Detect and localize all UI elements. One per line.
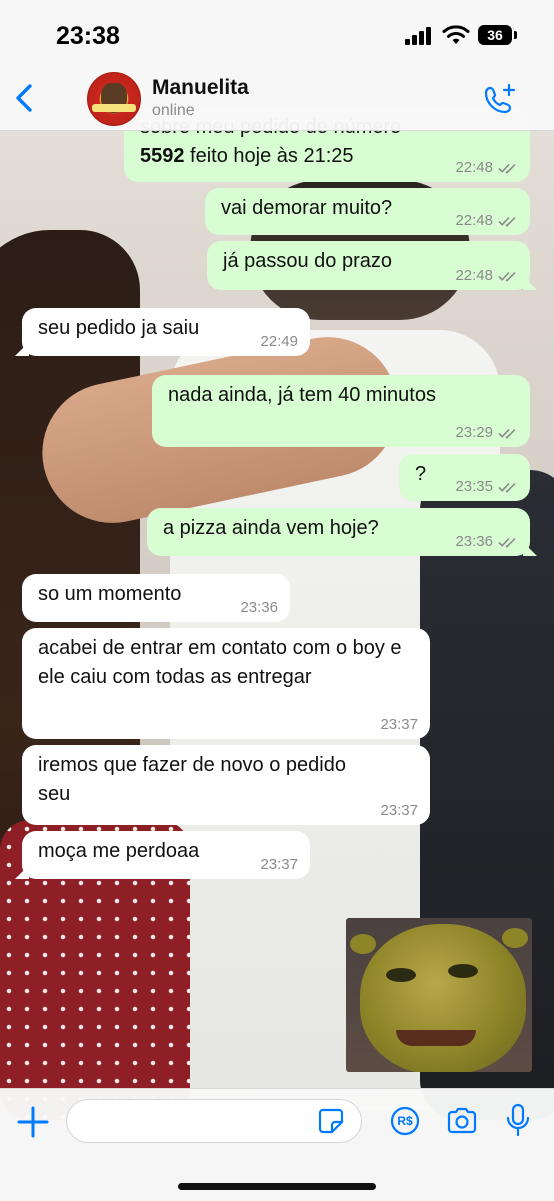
message-text: vai demorar muito? xyxy=(221,197,393,219)
message-time: 23:35 xyxy=(455,478,493,495)
avatar[interactable] xyxy=(87,72,141,126)
message-text: seu pedido ja saiu xyxy=(38,317,200,339)
read-ticks-icon xyxy=(498,216,516,227)
camera-icon[interactable] xyxy=(446,1107,478,1135)
message-time: 23:37 xyxy=(380,802,418,819)
read-ticks-icon xyxy=(498,537,516,548)
back-chevron-icon[interactable] xyxy=(10,80,40,116)
message-meta: 22:48 xyxy=(455,212,518,230)
status-bar: 23:38 36 xyxy=(0,0,554,70)
message-time: 22:48 xyxy=(455,267,493,284)
message-bubble-outgoing[interactable]: ? 23:35 xyxy=(399,454,530,501)
status-time: 23:38 xyxy=(56,22,120,50)
message-composer: R$ xyxy=(0,1088,554,1201)
message-bubble-outgoing[interactable]: vai demorar muito? 22:48 xyxy=(205,188,530,235)
message-text: moça me perdoaa xyxy=(38,840,200,862)
battery-tip xyxy=(514,31,517,39)
shrek-ear-icon xyxy=(350,934,376,954)
sticker-icon[interactable] xyxy=(318,1108,344,1134)
message-text: 5592 feito hoje às 21:25 xyxy=(140,142,354,171)
battery-icon: 36 xyxy=(478,25,512,45)
message-bubble-incoming[interactable]: iremos que fazer de novo o pedido seu 23… xyxy=(22,745,430,825)
home-indicator xyxy=(178,1183,376,1190)
message-bubble-outgoing[interactable]: já passou do prazo 22:48 xyxy=(207,241,537,290)
message-bubble-incoming[interactable]: seu pedido ja saiu 22:49 xyxy=(15,308,310,356)
message-bubble-outgoing[interactable]: nada ainda, já tem 40 minutos 23:29 xyxy=(152,375,530,447)
message-time: 22:49 xyxy=(260,333,298,350)
shrek-mouth-icon xyxy=(396,1030,476,1046)
message-time: 23:36 xyxy=(455,533,493,550)
shrek-face-icon xyxy=(360,924,526,1072)
message-time: 23:29 xyxy=(455,424,493,441)
order-number: 5592 xyxy=(140,145,185,167)
message-bubble-incoming[interactable]: moça me perdoaa 23:37 xyxy=(15,831,310,879)
shrek-eye-icon xyxy=(448,964,478,978)
chat-header: Manuelita online xyxy=(0,70,554,131)
shrek-ear-icon xyxy=(502,928,528,948)
read-ticks-icon xyxy=(498,271,516,282)
message-text: acabei de entrar em contato com o boy e … xyxy=(38,637,402,688)
shrek-sticker-message[interactable] xyxy=(346,918,532,1072)
message-time: 23:36 xyxy=(240,599,278,616)
message-text: a pizza ainda vem hoje? xyxy=(163,517,379,539)
message-text: já passou do prazo xyxy=(223,250,393,272)
message-meta: 22:49 xyxy=(260,333,298,351)
add-call-icon[interactable] xyxy=(482,82,518,118)
message-text: nada ainda, já tem 40 minutos xyxy=(168,384,436,406)
message-text: ? xyxy=(415,463,427,485)
read-ticks-icon xyxy=(498,163,516,174)
message-bubble-outgoing[interactable]: a pizza ainda vem hoje? 23:36 xyxy=(147,508,537,556)
message-text: iremos que fazer de novo o pedido seu xyxy=(38,754,346,805)
message-meta: 23:36 xyxy=(240,599,278,617)
message-time: 23:37 xyxy=(380,716,418,733)
wifi-icon xyxy=(442,25,470,44)
message-bubble-incoming[interactable]: acabei de entrar em contato com o boy e … xyxy=(22,628,430,739)
message-time: 23:37 xyxy=(260,856,298,873)
message-text: so um momento xyxy=(38,583,182,605)
message-meta: 23:35 xyxy=(455,478,518,496)
message-time: 22:48 xyxy=(455,212,493,229)
read-ticks-icon xyxy=(498,428,516,439)
message-text-rest: feito hoje às 21:25 xyxy=(184,145,354,167)
message-time: 22:48 xyxy=(455,159,493,176)
message-bubble-incoming[interactable]: so um momento 23:36 xyxy=(22,574,290,622)
cellular-signal-icon xyxy=(405,27,433,45)
read-ticks-icon xyxy=(498,482,516,493)
pix-payment-icon[interactable]: R$ xyxy=(390,1106,420,1136)
message-meta: 22:48 xyxy=(455,159,518,177)
plus-icon[interactable] xyxy=(16,1105,50,1139)
message-meta: 23:37 xyxy=(380,716,418,734)
message-meta: 23:37 xyxy=(380,802,418,820)
message-meta: 23:29 xyxy=(455,424,518,442)
message-meta: 23:36 xyxy=(455,533,518,551)
message-meta: 23:37 xyxy=(260,856,298,874)
message-meta: 22:48 xyxy=(455,267,518,285)
contact-status: online xyxy=(152,102,195,119)
pay-label: R$ xyxy=(397,1114,413,1128)
contact-name[interactable]: Manuelita xyxy=(152,76,249,100)
shrek-eye-icon xyxy=(386,968,416,982)
avatar-logo-band xyxy=(92,104,136,112)
microphone-icon[interactable] xyxy=(505,1103,531,1137)
battery-level: 36 xyxy=(487,27,503,43)
